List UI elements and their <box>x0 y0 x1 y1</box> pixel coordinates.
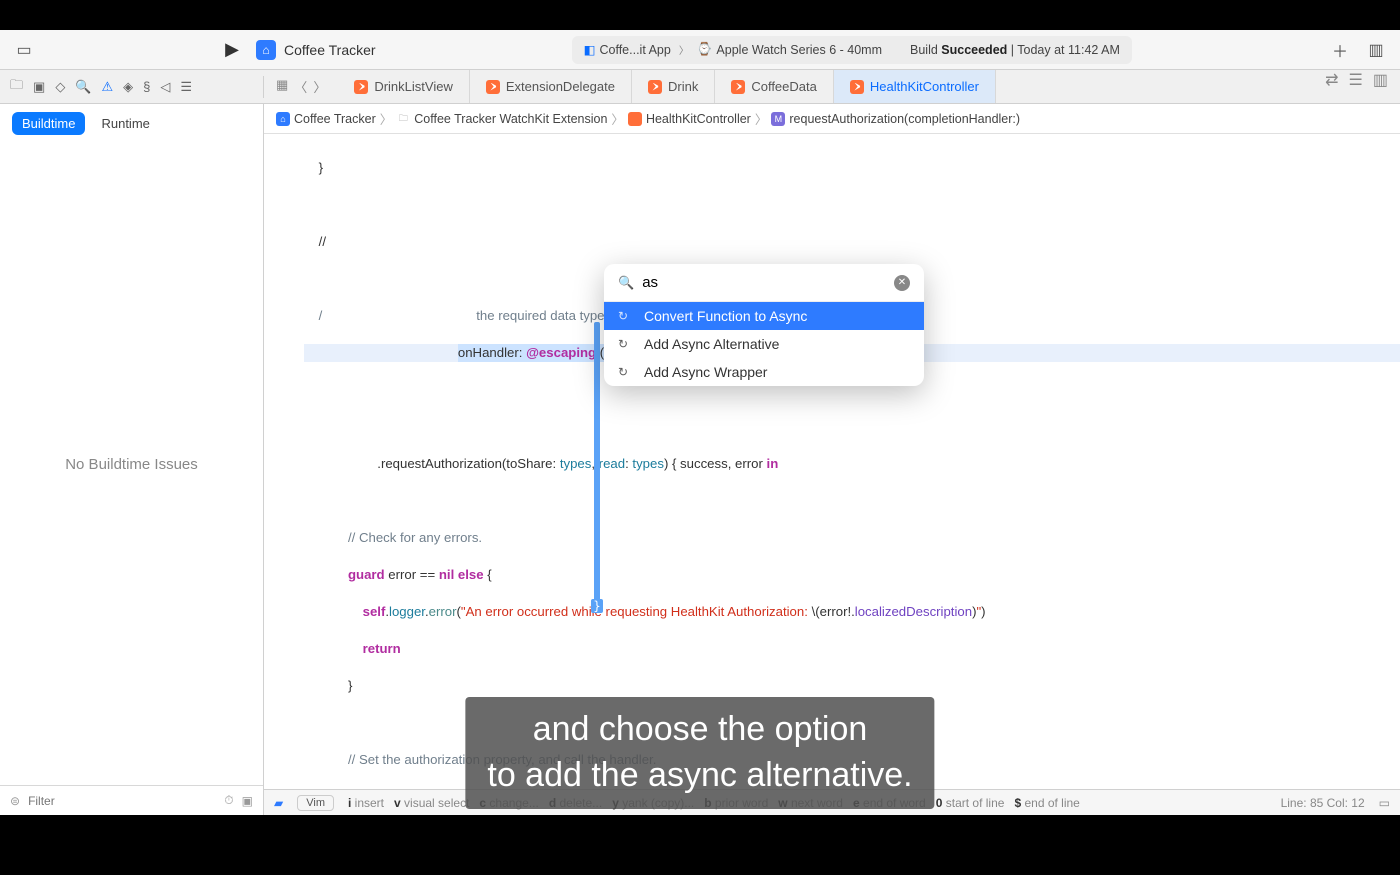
main-toolbar: ▭ ▶ ⌂ Coffee Tracker ◧Coffe...it App 〉 ⌚… <box>0 30 1400 70</box>
buildtime-tab[interactable]: Buildtime <box>12 112 85 135</box>
filter-input[interactable] <box>28 794 216 808</box>
jump-bar[interactable]: ⌂Coffee Tracker 〉 🗀Coffee Tracker WatchK… <box>264 104 1400 134</box>
swift-icon <box>850 80 864 94</box>
scope-icon[interactable]: ▣ <box>242 794 253 808</box>
nav-issues-icon[interactable]: ⚠ <box>102 79 114 95</box>
forward-button[interactable]: 〉 <box>313 77 326 96</box>
nav-reports-icon[interactable]: ☰ <box>180 79 192 95</box>
action-icon: ↻ <box>618 309 634 323</box>
list-icon[interactable]: ☰ <box>1349 70 1363 103</box>
nav-tests-icon[interactable]: ◈ <box>123 79 133 95</box>
search-icon: 🔍 <box>618 275 634 291</box>
tab-drinklistview[interactable]: DrinkListView <box>338 70 470 103</box>
cursor-position: Line: 85 Col: 12 <box>1281 796 1365 810</box>
refactor-search-row: 🔍 ✕ <box>604 264 924 302</box>
build-status: Build Succeeded | Today at 11:42 AM <box>910 43 1120 57</box>
navigator-tab-bar: 🗀 ▣ ◇ 🔍 ⚠ ◈ § ◁ ☰ ▦ 〈 〉 DrinkListView Ex… <box>0 70 1400 104</box>
scheme-app-label[interactable]: ⌂ Coffee Tracker <box>256 40 376 60</box>
swift-icon <box>731 80 745 94</box>
refactor-popup: 🔍 ✕ ↻ Convert Function to Async ↻ Add As… <box>604 264 924 386</box>
minimap-icon[interactable]: ▭ <box>1379 796 1390 810</box>
scope-indicator-icon[interactable]: ▰ <box>274 796 283 810</box>
app-icon: ⌂ <box>256 40 276 60</box>
nav-find-icon[interactable]: 🔍 <box>75 79 91 95</box>
scheme-pill[interactable]: ◧Coffe...it App 〉 ⌚Apple Watch Series 6 … <box>572 36 1132 64</box>
refresh-icon[interactable]: ⇄ <box>1325 70 1338 103</box>
nav-symbols-icon[interactable]: ◇ <box>55 79 65 95</box>
swift-icon <box>648 80 662 94</box>
refactor-item-alternative[interactable]: ↻ Add Async Alternative <box>604 330 924 358</box>
clock-icon[interactable]: ⏱ <box>224 793 233 808</box>
tab-extensiondelegate[interactable]: ExtensionDelegate <box>470 70 632 103</box>
refactor-item-wrapper[interactable]: ↻ Add Async Wrapper <box>604 358 924 386</box>
fold-brace-icon[interactable]: } <box>591 599 603 613</box>
scheme-bar: ◧Coffe...it App 〉 ⌚Apple Watch Series 6 … <box>388 36 1316 64</box>
back-button[interactable]: 〈 <box>294 77 307 96</box>
grid-icon[interactable]: ▦ <box>276 77 288 96</box>
tab-drink[interactable]: Drink <box>632 70 715 103</box>
nav-folder-icon[interactable]: 🗀 <box>10 76 23 98</box>
video-subtitle: and choose the optionto add the async al… <box>465 697 934 809</box>
tab-healthkitcontroller[interactable]: HealthKitController <box>834 70 996 103</box>
nav-breakpoints-icon[interactable]: ◁ <box>160 79 170 95</box>
add-button[interactable]: ＋ <box>1328 38 1352 62</box>
nav-source-control-icon[interactable]: ▣ <box>33 79 45 95</box>
refactor-item-convert[interactable]: ↻ Convert Function to Async <box>604 302 924 330</box>
navigator-selector: 🗀 ▣ ◇ 🔍 ⚠ ◈ § ◁ ☰ <box>0 76 264 98</box>
swift-icon <box>354 80 368 94</box>
nav-debug-icon[interactable]: § <box>143 79 150 94</box>
action-icon: ↻ <box>618 365 634 379</box>
refactor-search-input[interactable] <box>642 274 886 291</box>
filter-bar: ⊜ ⏱ ▣ <box>0 785 263 815</box>
filter-icon: ⊜ <box>10 794 20 808</box>
issues-navigator: Buildtime Runtime No Buildtime Issues ⊜ … <box>0 104 264 815</box>
clear-icon[interactable]: ✕ <box>894 275 910 291</box>
tab-coffeedata[interactable]: CoffeeData <box>715 70 834 103</box>
action-icon: ↻ <box>618 337 634 351</box>
runtime-tab[interactable]: Runtime <box>91 112 159 135</box>
editor-tabs: DrinkListView ExtensionDelegate Drink Co… <box>338 70 1400 103</box>
issues-empty-state: No Buildtime Issues <box>0 143 263 785</box>
library-icon[interactable]: ▥ <box>1364 38 1388 62</box>
chevron-right-icon: 〉 <box>679 42 689 57</box>
run-button[interactable]: ▶ <box>220 38 244 62</box>
swift-icon <box>486 80 500 94</box>
code-area[interactable]: } // / the required data types. onHandle… <box>264 134 1400 789</box>
vim-mode-badge[interactable]: Vim <box>297 795 334 811</box>
panel-icon[interactable]: ▥ <box>1373 70 1388 103</box>
sidebar-toggle-icon[interactable]: ▭ <box>12 38 36 62</box>
fold-ribbon[interactable] <box>594 322 600 604</box>
app-name: Coffee Tracker <box>284 42 376 58</box>
